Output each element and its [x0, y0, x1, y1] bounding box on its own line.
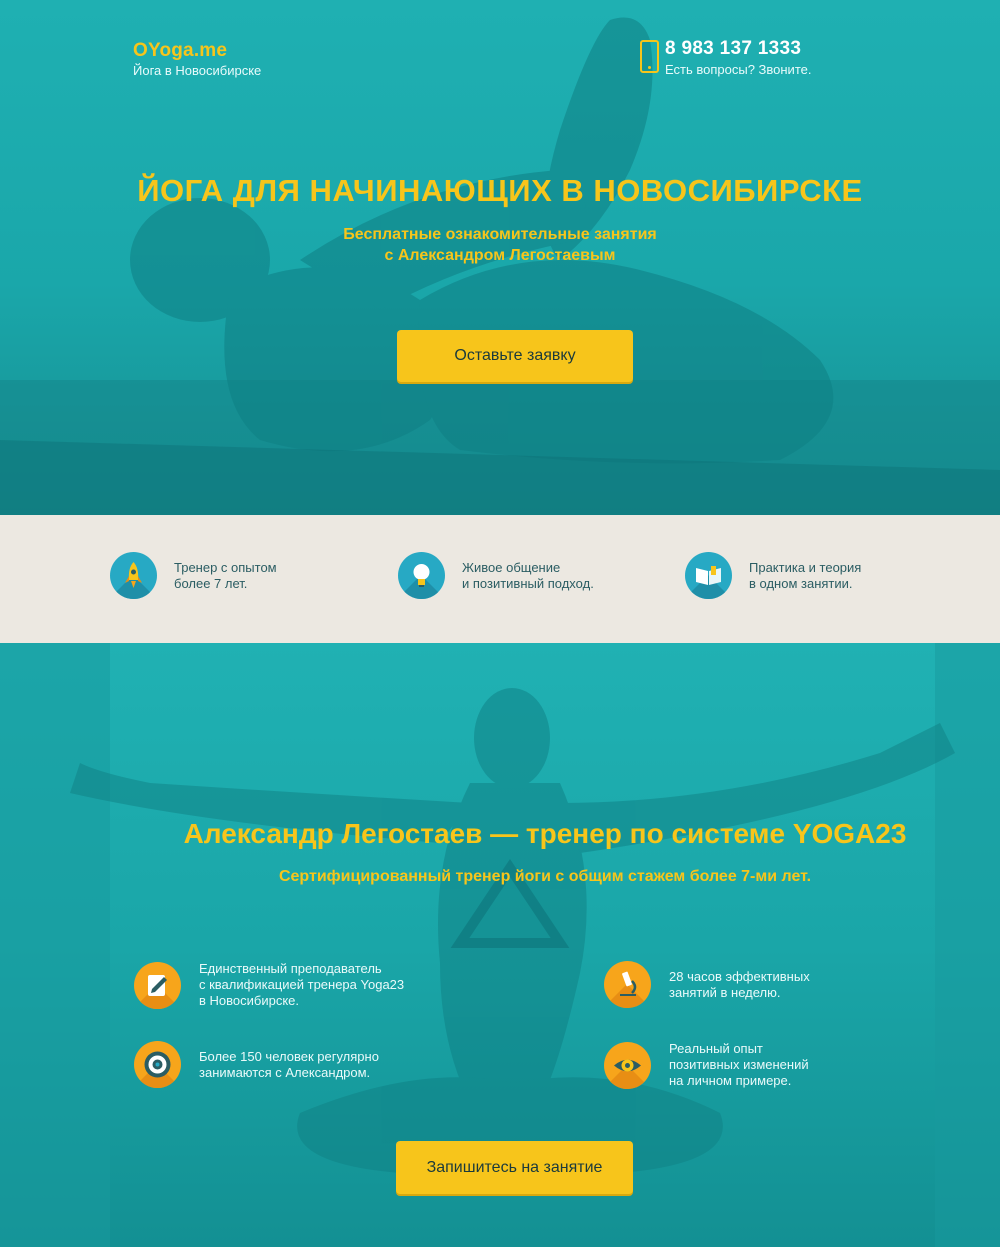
hero-subtitle: Бесплатные ознакомительные занятия с Але… — [330, 224, 670, 266]
feature-line: Живое общение — [462, 559, 561, 575]
benefit-text: Реальный опыт позитивных изменений на ли… — [669, 1041, 809, 1089]
signup-button[interactable]: Запишитесь на занятие — [396, 1141, 633, 1194]
feature-text: Тренер с опытом более 7 лет. — [174, 560, 277, 592]
benefit-hours: 28 часов эффективных занятий в неделю. — [604, 961, 810, 1008]
phone-number[interactable]: 8 983 137 1333 — [665, 38, 811, 60]
microscope-icon — [604, 961, 651, 1008]
lightbulb-icon — [398, 552, 445, 599]
book-icon — [685, 552, 732, 599]
benefit-line: Более 150 человек регулярно — [199, 1048, 379, 1064]
benefit-line: Реальный опыт — [669, 1041, 763, 1056]
logo-name: OYoga.me — [133, 40, 228, 61]
feature-line: Тренер с опытом — [174, 559, 277, 575]
benefit-text: Единственный преподаватель с квалификаци… — [199, 961, 404, 1009]
trainer-title: Александр Легостаев — тренер по системе … — [183, 818, 907, 849]
feature-text: Практика и теория в одном занятии. — [749, 560, 861, 592]
leave-request-button[interactable]: Оставьте заявку — [397, 330, 633, 382]
benefit-qualification: Единственный преподаватель с квалификаци… — [134, 961, 404, 1009]
benefit-line: с квалификацией тренера Yoga23 — [199, 977, 405, 992]
feature-line: и позитивный подход. — [462, 575, 594, 591]
trainer-section: Александр Легостаев — тренер по системе … — [0, 643, 1000, 1247]
contact-block: 8 983 137 1333 Есть вопросы? Звоните. — [640, 38, 811, 77]
feature-line: Практика и теория — [749, 559, 862, 575]
logo[interactable]: OYoga.me Йога в Новосибирске — [133, 40, 261, 78]
rocket-icon — [110, 552, 157, 599]
benefit-line: занятий в неделю. — [669, 984, 781, 1000]
feature-communication: Живое общение и позитивный подход. — [398, 552, 594, 599]
phone-caption: Есть вопросы? Звоните. — [665, 62, 812, 77]
benefit-text: Более 150 человек регулярно занимаются с… — [199, 1049, 379, 1081]
feature-practice: Практика и теория в одном занятии. — [685, 552, 861, 599]
hero-section: OYoga.me Йога в Новосибирске 8 983 137 1… — [0, 0, 1000, 515]
benefit-line: в Новосибирске. — [199, 993, 300, 1008]
feature-experience: Тренер с опытом более 7 лет. — [110, 552, 277, 599]
hero-subtitle-line2: с Александром Легостаевым — [384, 247, 616, 264]
certificate-icon — [134, 961, 181, 1009]
benefit-line: на личном примере. — [669, 1073, 792, 1088]
hero-title: ЙОГА ДЛЯ НАЧИНАЮЩИХ В НОВОСИБИРСКЕ — [137, 173, 863, 208]
eye-icon — [604, 1041, 651, 1089]
features-band: Тренер с опытом более 7 лет. Живое общен… — [0, 515, 1000, 643]
benefit-experience: Реальный опыт позитивных изменений на ли… — [604, 1041, 809, 1089]
feature-line: в одном занятии. — [749, 575, 853, 591]
benefit-line: занимаются с Александром. — [199, 1064, 371, 1080]
benefit-line: Единственный преподаватель — [199, 961, 382, 976]
hero-subtitle-line1: Бесплатные ознакомительные занятия — [343, 226, 657, 243]
feature-text: Живое общение и позитивный подход. — [462, 560, 594, 592]
feature-line: более 7 лет. — [174, 575, 248, 591]
benefit-students: Более 150 человек регулярно занимаются с… — [134, 1041, 379, 1088]
logo-tagline: Йога в Новосибирске — [133, 63, 262, 78]
benefit-line: позитивных изменений — [669, 1057, 809, 1072]
trainer-subtitle: Сертифицированный тренер йоги с общим ст… — [278, 868, 812, 885]
target-icon — [134, 1041, 181, 1088]
benefit-line: 28 часов эффективных — [669, 968, 810, 984]
smartphone-icon — [640, 40, 659, 73]
benefit-text: 28 часов эффективных занятий в неделю. — [669, 969, 810, 1001]
